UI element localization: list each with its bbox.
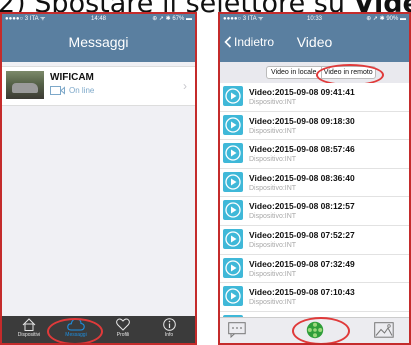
device-list: WIFICAM On line › [2,62,195,316]
play-button[interactable] [223,286,243,307]
tab-dispositivi[interactable]: Dispositivi [10,318,48,338]
tab-bar: Dispositivi Messaggi Profili Info [2,316,195,343]
status-carrier: ●●●●○ 3 ITA ᯤ [223,16,264,22]
play-button[interactable] [223,228,243,249]
tab-info[interactable]: Info [150,318,188,338]
play-icon [225,174,241,190]
video-title: Video:2015-09-08 07:52:27 [249,229,355,240]
camera-status-label: On line [69,86,95,95]
nav-bar: Indietro Video [220,24,409,62]
bottom-toolbar [220,317,409,343]
status-time: 14:48 [90,16,107,22]
video-list-item[interactable]: Video:2015-09-08 07:32:49 Dispositivo:INT [220,255,409,284]
video-title: Video:2015-09-08 09:18:30 [249,115,355,126]
play-button[interactable] [223,114,243,135]
video-device: Dispositivo:INT [249,127,297,135]
play-button[interactable] [223,171,243,192]
status-bar: ●●●●○ 3 ITA ᯤ 14:48 ⊕ ➚ ✱ 67% ▬ [2,14,195,24]
page-title: Messaggi [68,34,129,50]
tab-profili[interactable]: Profili [104,318,142,338]
tab-label: Info [164,332,174,338]
play-button[interactable] [223,143,243,164]
segment-video-remote[interactable]: Video in remoto [320,67,376,78]
toolbar-image-button[interactable] [374,322,394,338]
video-list-item[interactable]: Video:2015-09-08 09:18:30 Dispositivo:INT [220,112,409,141]
camera-status: On line [50,86,94,95]
video-device: Dispositivo:INT [249,270,297,278]
toolbar-video-button[interactable] [306,321,324,339]
video-device: Dispositivo:INT [249,184,297,192]
video-title: Video:2015-09-08 08:36:40 [249,172,355,183]
video-device: Dispositivo:INT [249,241,297,249]
video-list-item[interactable]: Video:2015-09-08 08:12:57 Dispositivo:INT [220,197,409,226]
play-button[interactable] [223,86,243,106]
phone-screen-video: ●●●●○ 3 ITA ᯤ 10:33 ⊕ ➚ ✱ 90% ▬ Indietro… [218,12,411,345]
segment-video-local[interactable]: Video in locale [267,67,321,78]
video-device: Dispositivo:INT [249,99,297,106]
play-icon [225,116,241,133]
video-list-item[interactable]: Video:2015-09-08 07:52:27 Dispositivo:INT [220,226,409,255]
play-icon [225,288,241,304]
camera-thumbnail [6,71,44,99]
tab-label: Profili [116,332,130,338]
video-title: Video:2015-09-08 07:10:43 [249,287,355,298]
image-icon [374,322,394,338]
tab-label: Messaggi [65,332,87,338]
video-list-item[interactable]: Video:2015-09-08 08:57:46 Dispositivo:INT [220,140,409,169]
video-title: Video:2015-09-08 07:32:49 [249,258,355,269]
segment-area: Video in locale Video in remoto [220,62,409,83]
status-bar: ●●●●○ 3 ITA ᯤ 10:33 ⊕ ➚ ✱ 90% ▬ [220,14,409,24]
play-icon [225,259,241,276]
chat-icon [228,322,246,338]
tab-label: Dispositivi [17,332,41,338]
play-icon [225,231,241,247]
status-time: 10:33 [306,16,323,22]
video-camera-icon [50,86,65,95]
film-reel-icon [306,321,324,339]
video-list-item[interactable]: Video:2015-09-08 09:41:41 Dispositivo:INT [220,83,409,112]
tab-messaggi[interactable]: Messaggi [57,318,95,338]
info-icon [162,318,176,331]
video-title: Video:2015-09-08 09:41:41 [249,87,355,97]
video-list-item[interactable]: Video:2015-09-08 07:10:43 Dispositivo:INT [220,283,409,312]
play-button[interactable] [223,200,243,221]
play-button[interactable] [223,257,243,278]
toolbar-chat-button[interactable] [228,322,246,338]
play-icon [225,88,241,104]
camera-row-wificam[interactable]: WIFICAM On line › [2,66,195,106]
video-device: Dispositivo:INT [249,213,297,221]
video-title: Video:2015-09-08 08:57:46 [249,144,355,155]
chevron-right-icon: › [183,79,187,93]
video-device: Dispositivo:INT [249,299,297,307]
status-indicators: ⊕ ➚ ✱ 67% ▬ [152,16,192,22]
status-indicators: ⊕ ➚ ✱ 90% ▬ [366,16,406,22]
video-title: Video:2015-09-08 08:12:57 [249,201,355,212]
heart-icon [116,318,130,331]
video-list: Video:2015-09-08 09:41:41 Dispositivo:INT… [220,83,409,318]
status-carrier: ●●●●○ 3 ITA ᯤ [5,16,46,22]
video-device: Dispositivo:INT [249,156,297,164]
camera-name: WIFICAM [50,72,94,83]
cloud-icon [67,318,85,331]
nav-bar: Messaggi [2,24,195,62]
play-icon [225,202,241,219]
page-title: Video [296,34,333,50]
play-icon [225,145,241,161]
phone-screen-messaggi: ●●●●○ 3 ITA ᯤ 14:48 ⊕ ➚ ✱ 67% ▬ Messaggi… [0,12,197,345]
video-list-item[interactable]: Video:2015-09-08 08:36:40 Dispositivo:INT [220,169,409,198]
home-icon [22,318,36,331]
video-source-selector: Video in locale Video in remoto [266,66,376,79]
